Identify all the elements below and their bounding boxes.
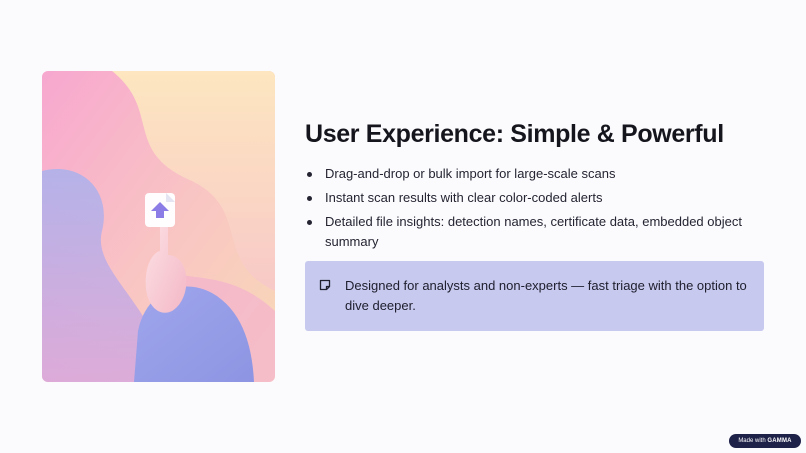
bullet-text: Detailed file insights: detection names,… [325,214,742,249]
hero-illustration [42,71,275,382]
bullet-dot-icon [307,220,312,225]
page-title: User Experience: Simple & Powerful [305,120,724,148]
badge-brand: GAMMA [767,438,792,444]
made-with-gamma-badge[interactable]: Made with GAMMA [729,434,801,448]
badge-prefix: Made with [738,438,766,444]
bullet-text: Instant scan results with clear color-co… [325,190,603,205]
bullet-text: Drag-and-drop or bulk import for large-s… [325,166,616,181]
bullet-item: Detailed file insights: detection names,… [305,212,775,252]
content-column: User Experience: Simple & Powerful Drag-… [305,118,775,256]
callout-text: Designed for analysts and non-experts — … [345,278,747,313]
bullet-list: Drag-and-drop or bulk import for large-s… [305,164,775,252]
bullet-dot-icon [307,196,312,201]
callout-box: Designed for analysts and non-experts — … [305,261,764,331]
slide: User Experience: Simple & Powerful Drag-… [0,0,806,453]
sticky-note-icon [319,279,331,291]
bullet-item: Drag-and-drop or bulk import for large-s… [305,164,775,184]
bullet-item: Instant scan results with clear color-co… [305,188,775,208]
bullet-dot-icon [307,172,312,177]
